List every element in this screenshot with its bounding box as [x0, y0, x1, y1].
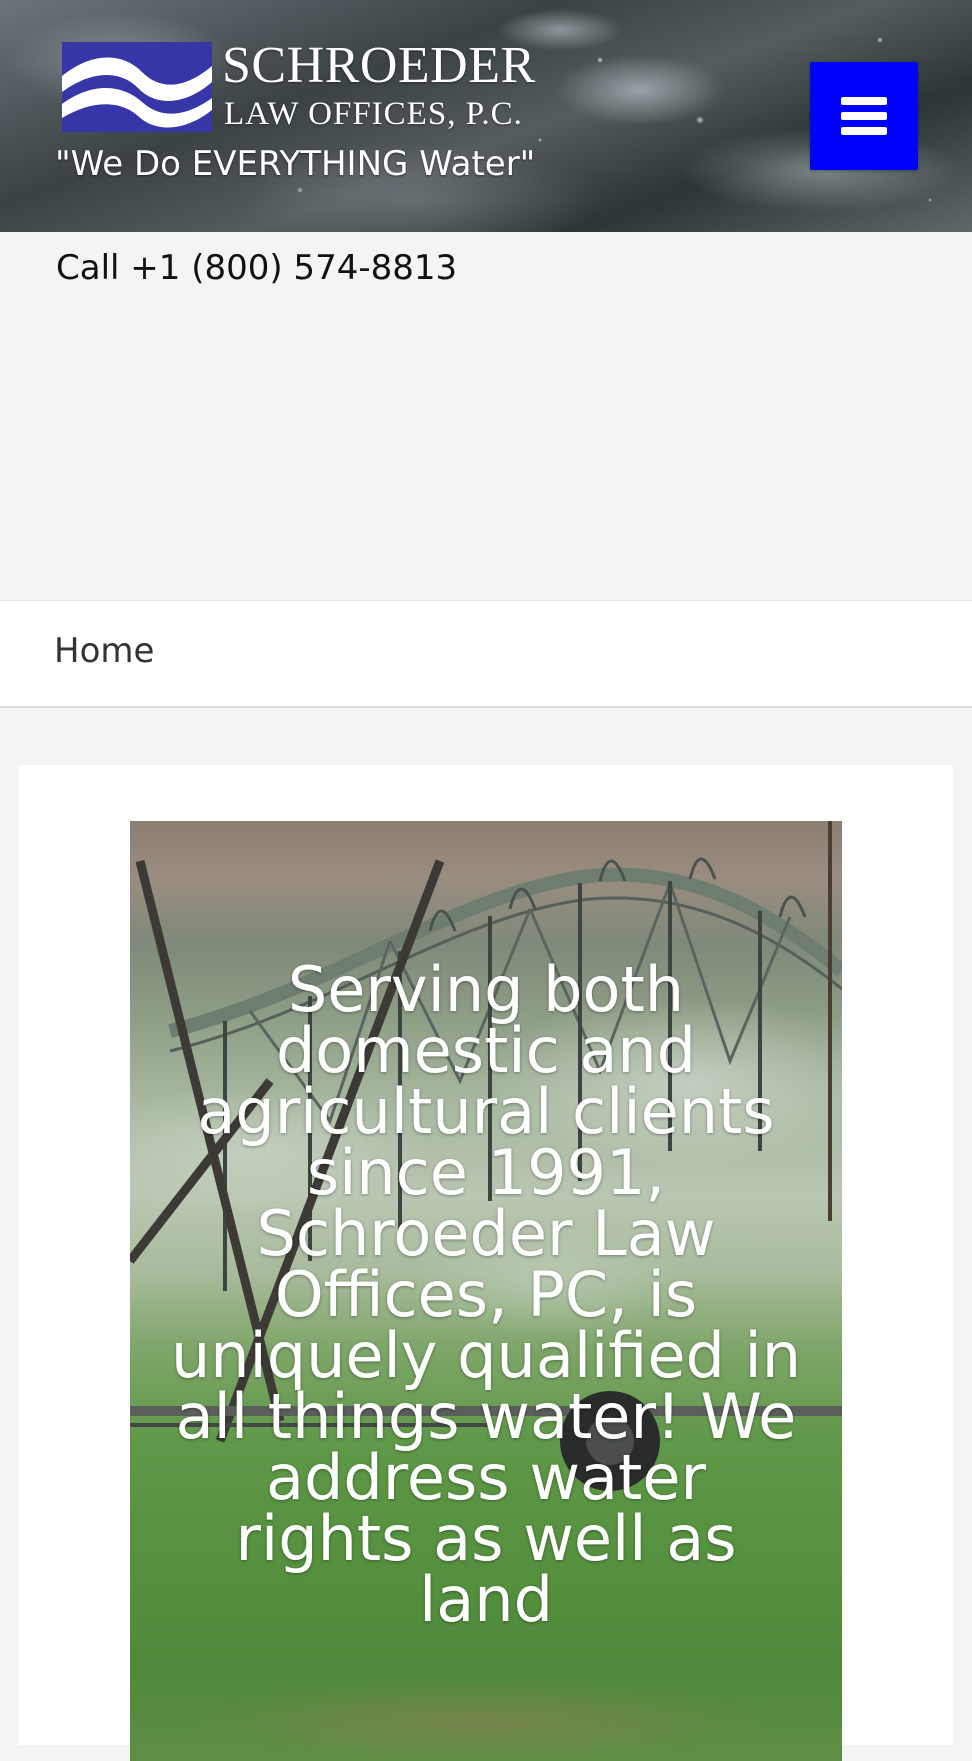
site-header: SCHROEDER LAW OFFICES, P.C. "We Do EVERY…	[0, 0, 972, 232]
site-logo[interactable]: SCHROEDER LAW OFFICES, P.C.	[62, 40, 535, 138]
phone-call-link[interactable]: Call +1 (800) 574-8813	[56, 248, 457, 288]
breadcrumb-home-link[interactable]: Home	[54, 631, 154, 671]
hamburger-menu-icon	[841, 97, 887, 135]
logo-subname: LAW OFFICES, P.C.	[224, 96, 523, 132]
contact-strip: Call +1 (800) 574-8813	[0, 232, 972, 600]
content-card: Serving both domestic and agricultural c…	[19, 765, 953, 1761]
phone-call-label[interactable]: Call +1 (800) 574-8813	[56, 248, 457, 288]
hero-banner: Serving both domestic and agricultural c…	[130, 821, 842, 1761]
breadcrumb: Home	[0, 600, 972, 708]
wave-logo-icon	[62, 42, 212, 132]
menu-toggle-button[interactable]	[810, 62, 918, 170]
logo-name: SCHROEDER	[222, 37, 536, 94]
hero-message: Serving both domestic and agricultural c…	[170, 953, 802, 1636]
tagline: "We Do EVERYTHING Water"	[55, 144, 536, 184]
